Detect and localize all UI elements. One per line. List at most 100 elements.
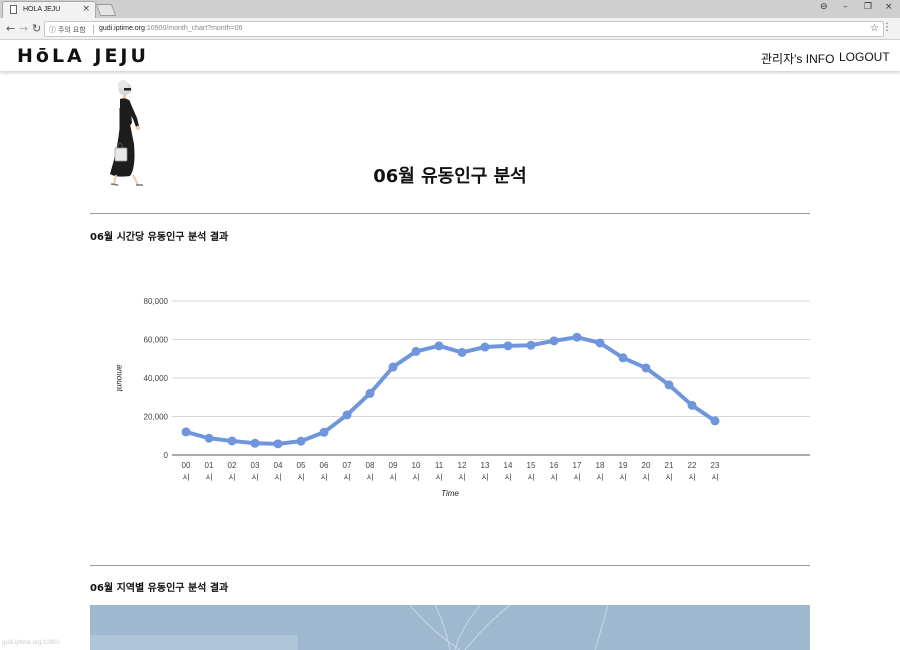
site-logo[interactable]: HōLA JEJU: [17, 45, 149, 67]
x-tick-suffix: 시: [481, 473, 488, 482]
x-tick-suffix: 시: [343, 473, 350, 482]
x-tick-suffix: 시: [435, 473, 442, 482]
data-point: [687, 400, 697, 410]
y-tick-label: 80,000: [144, 297, 169, 306]
x-tick-label: 09: [389, 461, 398, 470]
x-tick-suffix: 시: [389, 473, 396, 482]
y-axis-label: amount: [115, 365, 124, 392]
security-indicator[interactable]: ⓘ 주의 요함: [49, 25, 86, 35]
x-tick-label: 21: [665, 461, 674, 470]
url-host: gudi.iptime.org: [99, 25, 145, 32]
x-tick-suffix: 시: [228, 473, 235, 482]
y-tick-label: 60,000: [144, 336, 169, 345]
x-tick-suffix: 시: [182, 473, 189, 482]
x-tick-label: 02: [228, 461, 237, 470]
data-point: [710, 416, 720, 426]
x-tick-label: 06: [320, 461, 329, 470]
x-tick-label: 16: [550, 461, 559, 470]
y-tick-label: 40,000: [144, 374, 169, 383]
x-tick-suffix: 시: [366, 473, 373, 482]
tab-title: HOLA JEJU: [23, 6, 61, 13]
data-point: [664, 380, 674, 390]
region-map[interactable]: [90, 605, 810, 650]
browser-menu-icon[interactable]: ⋮: [882, 22, 892, 33]
new-tab-button[interactable]: [95, 4, 117, 16]
data-point: [457, 347, 467, 357]
address-bar[interactable]: ⓘ 주의 요함 gudi.iptime.org:10900/month_char…: [44, 21, 884, 37]
y-tick-label: 0: [164, 451, 169, 460]
data-point: [411, 346, 421, 356]
browser-tab-bar: HOLA JEJU × ⊖ – ❐ ×: [0, 0, 900, 18]
data-point: [641, 363, 651, 373]
data-point: [503, 341, 513, 351]
data-point: [365, 388, 375, 398]
data-point: [296, 436, 306, 446]
x-tick-label: 15: [527, 461, 536, 470]
url-path: :10900/month_chart?month=06: [144, 25, 243, 32]
x-tick-label: 05: [297, 461, 306, 470]
back-icon[interactable]: ←: [6, 22, 15, 35]
security-label: 주의 요함: [57, 27, 86, 34]
page-icon: [10, 5, 17, 14]
x-tick-suffix: 시: [665, 473, 672, 482]
x-tick-label: 11: [435, 461, 444, 470]
x-tick-label: 08: [366, 461, 375, 470]
data-point: [319, 427, 329, 437]
data-point: [204, 433, 214, 443]
maximize-icon[interactable]: ❐: [864, 2, 872, 12]
section-divider: [90, 565, 810, 566]
minimize-icon[interactable]: –: [843, 2, 848, 12]
tab-close-icon[interactable]: ×: [82, 4, 90, 14]
x-tick-suffix: 시: [504, 473, 511, 482]
x-tick-suffix: 시: [596, 473, 603, 482]
hourly-section-title: 06월 시간당 유동인구 분석 결과: [90, 232, 229, 243]
close-window-icon[interactable]: ×: [885, 2, 893, 12]
x-tick-suffix: 시: [688, 473, 695, 482]
browser-tab[interactable]: HOLA JEJU ×: [2, 1, 96, 18]
omnibox-divider: [93, 25, 94, 34]
profile-icon[interactable]: ⊖: [820, 2, 828, 12]
url-text[interactable]: gudi.iptime.org:10900/month_chart?month=…: [99, 25, 242, 32]
x-tick-label: 19: [619, 461, 628, 470]
x-tick-suffix: 시: [297, 473, 304, 482]
x-tick-suffix: 시: [251, 473, 258, 482]
data-point: [434, 341, 444, 351]
page-title: 06월 유동인구 분석: [373, 166, 527, 187]
hourly-population-chart: 0 20,000 40,000 60,000 80,000 amount 00 시 01 시 02 시…: [115, 297, 810, 498]
bookmark-star-icon[interactable]: ☆: [870, 23, 879, 34]
data-point: [549, 336, 559, 346]
logout-link[interactable]: LOGOUT: [839, 50, 890, 64]
x-tick-suffix: 시: [412, 473, 419, 482]
x-tick-suffix: 시: [274, 473, 281, 482]
x-tick-label: 18: [596, 461, 605, 470]
x-tick-suffix: 시: [320, 473, 327, 482]
x-tick-suffix: 시: [573, 473, 580, 482]
x-axis-label: Time: [441, 489, 459, 498]
x-tick-label: 13: [481, 461, 490, 470]
series-line: [184, 335, 717, 446]
x-tick-label: 07: [343, 461, 352, 470]
reload-icon[interactable]: ↻: [32, 22, 41, 35]
browser-toolbar: ← → ↻ ⓘ 주의 요함 gudi.iptime.org:10900/mont…: [0, 18, 900, 40]
data-point: [181, 427, 191, 437]
admin-info-link[interactable]: 관리자's INFO: [761, 50, 834, 67]
x-tick-label: 22: [688, 461, 697, 470]
data-point: [595, 338, 605, 348]
x-tick-suffix: 시: [642, 473, 649, 482]
x-tick-suffix: 시: [527, 473, 534, 482]
data-point: [618, 353, 628, 363]
x-tick-suffix: 시: [550, 473, 557, 482]
regional-section-title: 06월 지역별 유동인구 분석 결과: [90, 583, 229, 594]
x-tick-label: 14: [504, 461, 513, 470]
data-point: [526, 340, 536, 350]
map-lines: [409, 605, 609, 650]
x-tick-suffix: 시: [711, 473, 718, 482]
data-point: [572, 332, 582, 342]
forward-icon[interactable]: →: [19, 22, 28, 35]
data-point: [227, 436, 237, 446]
x-tick-suffix: 시: [205, 473, 212, 482]
data-point: [388, 362, 398, 372]
x-tick-label: 12: [458, 461, 467, 470]
x-tick-label: 04: [274, 461, 283, 470]
data-point: [342, 410, 352, 420]
